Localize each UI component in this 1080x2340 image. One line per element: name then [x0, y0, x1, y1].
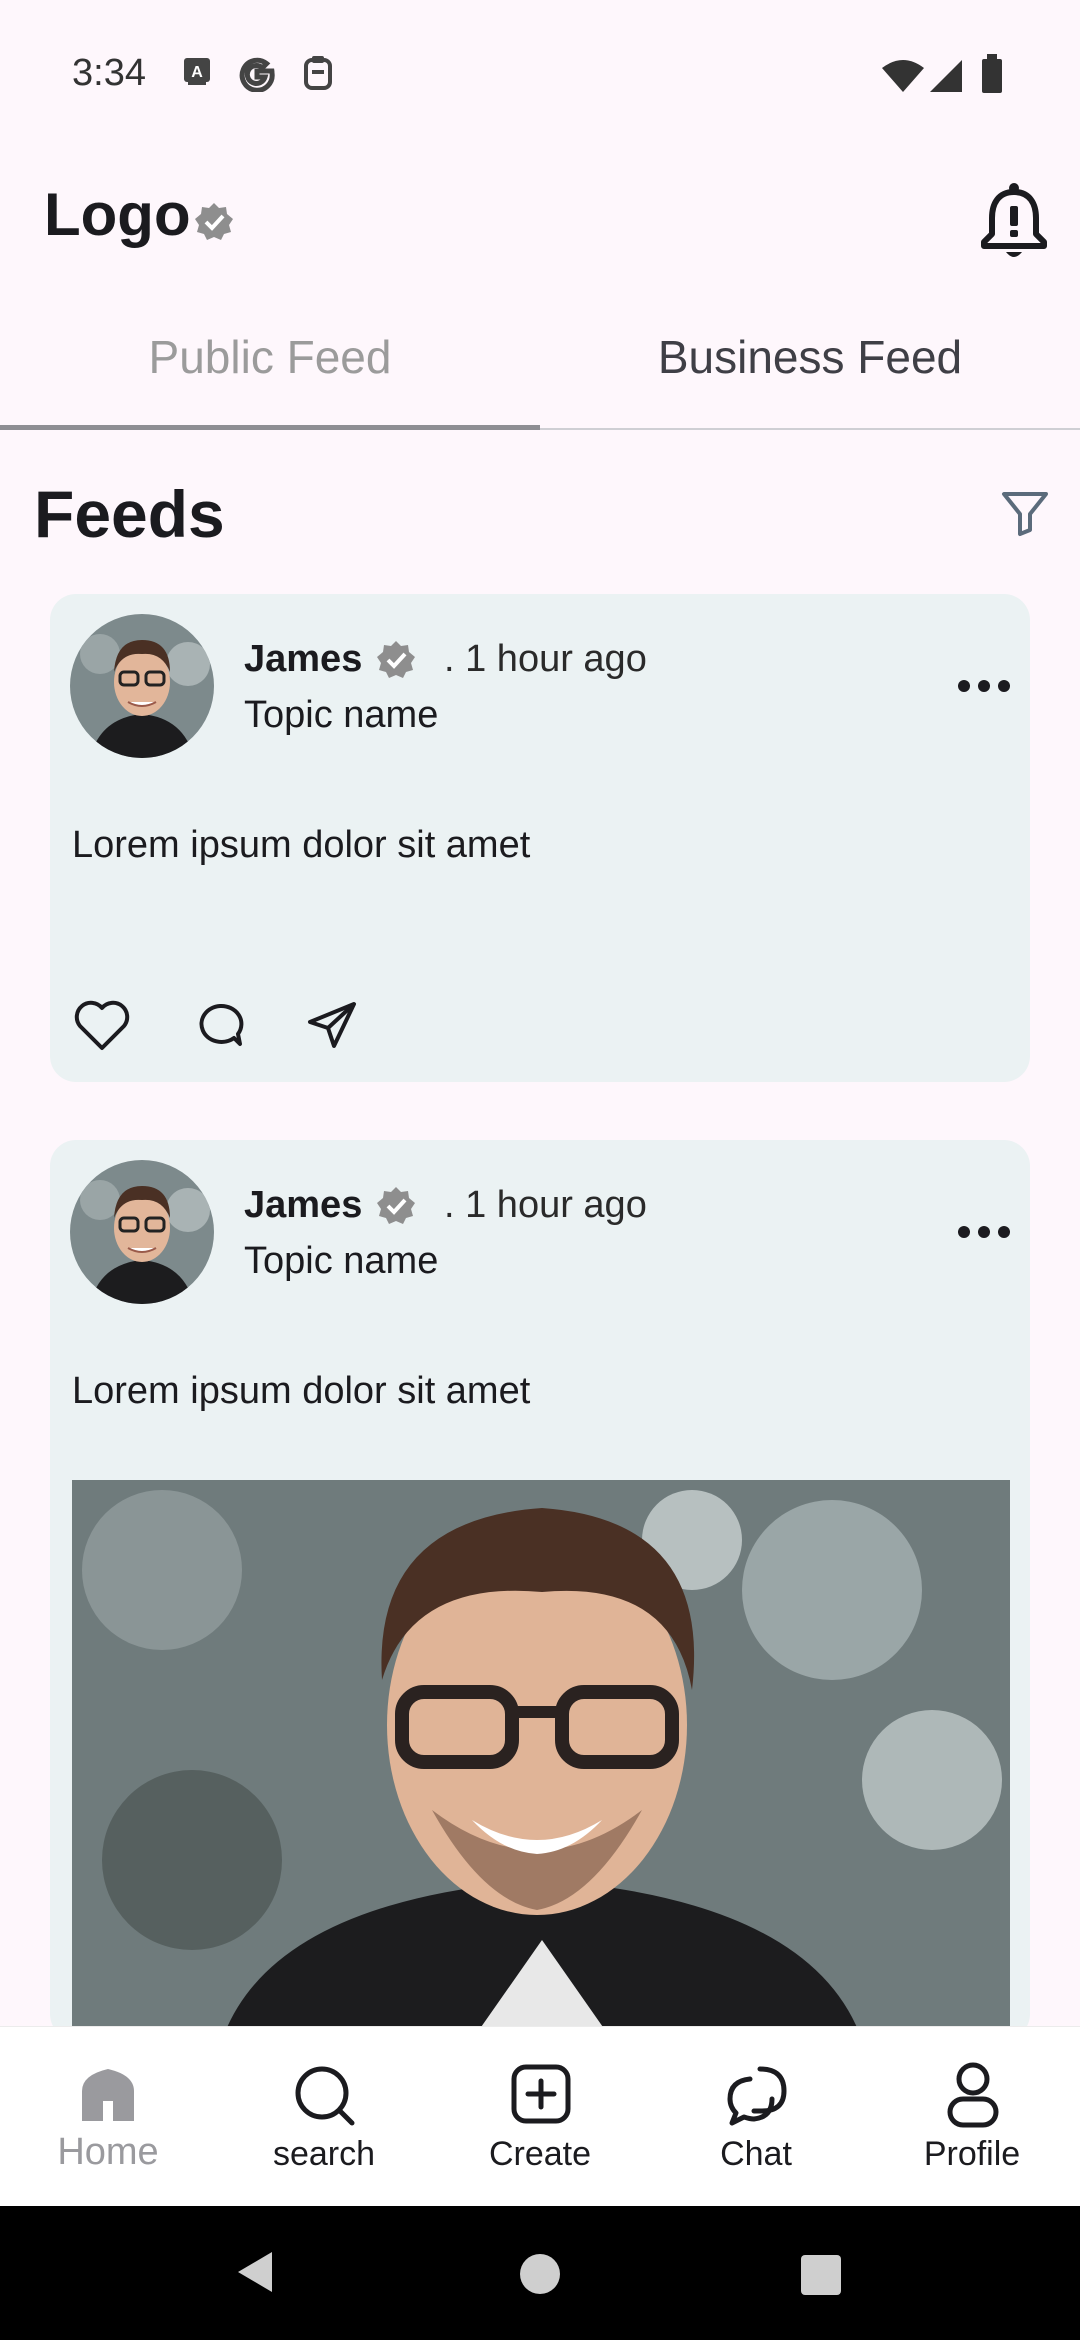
- tab-public-feed[interactable]: Public Feed: [0, 330, 540, 384]
- bell-alert-icon[interactable]: [978, 180, 1050, 262]
- more-options-icon[interactable]: [954, 1222, 1014, 1242]
- svg-text:A: A: [191, 64, 203, 81]
- filter-icon[interactable]: [1000, 488, 1050, 538]
- home-circle-icon[interactable]: [518, 2252, 562, 2296]
- comment-icon[interactable]: [194, 1000, 246, 1052]
- tab-indicator: [0, 425, 540, 430]
- post-time: . 1 hour ago: [444, 1184, 647, 1226]
- post-text: Lorem ipsum dolor sit amet: [72, 1370, 531, 1412]
- verified-badge-icon: [377, 641, 415, 678]
- verified-badge-icon: [377, 1187, 415, 1224]
- post-text: Lorem ipsum dolor sit amet: [72, 824, 531, 866]
- keyboard-a-icon: A: [184, 58, 210, 85]
- bottom-navigation: Home search Create Chat Profile: [0, 2026, 1080, 2207]
- post-card: James . 1 hour ago Topic name Lorem ipsu…: [50, 594, 1030, 1082]
- author-name[interactable]: James: [244, 638, 362, 681]
- post-card: James . 1 hour ago Topic name Lorem ipsu…: [50, 1140, 1030, 2040]
- battery-icon: [982, 54, 1002, 93]
- system-navigation-bar: [0, 2206, 1080, 2340]
- nav-create-label: Create: [488, 2135, 592, 2173]
- nav-search-label: search: [272, 2135, 376, 2173]
- nav-home-label: Home: [57, 2131, 159, 2173]
- share-send-icon[interactable]: [304, 998, 360, 1054]
- profile-icon: [947, 2062, 999, 2128]
- verified-badge-icon: [195, 203, 233, 240]
- clipboard-icon: [304, 56, 332, 90]
- nav-search[interactable]: search: [216, 2027, 432, 2207]
- nav-chat[interactable]: Chat: [648, 2027, 864, 2207]
- plus-square-icon: [511, 2064, 571, 2124]
- author-name[interactable]: James: [244, 1184, 362, 1227]
- feeds-title: Feeds: [34, 477, 225, 551]
- google-g-icon: [239, 57, 275, 92]
- app-logo: Logo: [44, 181, 191, 248]
- nav-profile[interactable]: Profile: [864, 2027, 1080, 2207]
- author-avatar[interactable]: [70, 1160, 214, 1304]
- post-topic[interactable]: Topic name: [244, 1240, 438, 1283]
- search-icon: [295, 2066, 355, 2126]
- chat-icon: [727, 2066, 787, 2126]
- post-time: . 1 hour ago: [444, 638, 647, 680]
- post-topic[interactable]: Topic name: [244, 694, 438, 737]
- like-heart-icon[interactable]: [72, 998, 132, 1054]
- nav-profile-label: Profile: [923, 2135, 1021, 2173]
- post-image[interactable]: [72, 1480, 1010, 2040]
- nav-create[interactable]: Create: [432, 2027, 648, 2207]
- signal-icon: [930, 60, 962, 92]
- recents-icon[interactable]: [800, 2254, 842, 2296]
- status-time: 3:34: [72, 52, 146, 94]
- nav-home[interactable]: Home: [0, 2027, 216, 2207]
- author-avatar[interactable]: [70, 614, 214, 758]
- more-options-icon[interactable]: [954, 676, 1014, 696]
- wifi-icon: [882, 60, 924, 92]
- tab-business-feed[interactable]: Business Feed: [540, 330, 1080, 384]
- back-icon[interactable]: [236, 2250, 276, 2294]
- status-bar: 3:34 A: [0, 0, 1080, 150]
- nav-chat-label: Chat: [720, 2135, 792, 2173]
- home-icon: [82, 2069, 134, 2121]
